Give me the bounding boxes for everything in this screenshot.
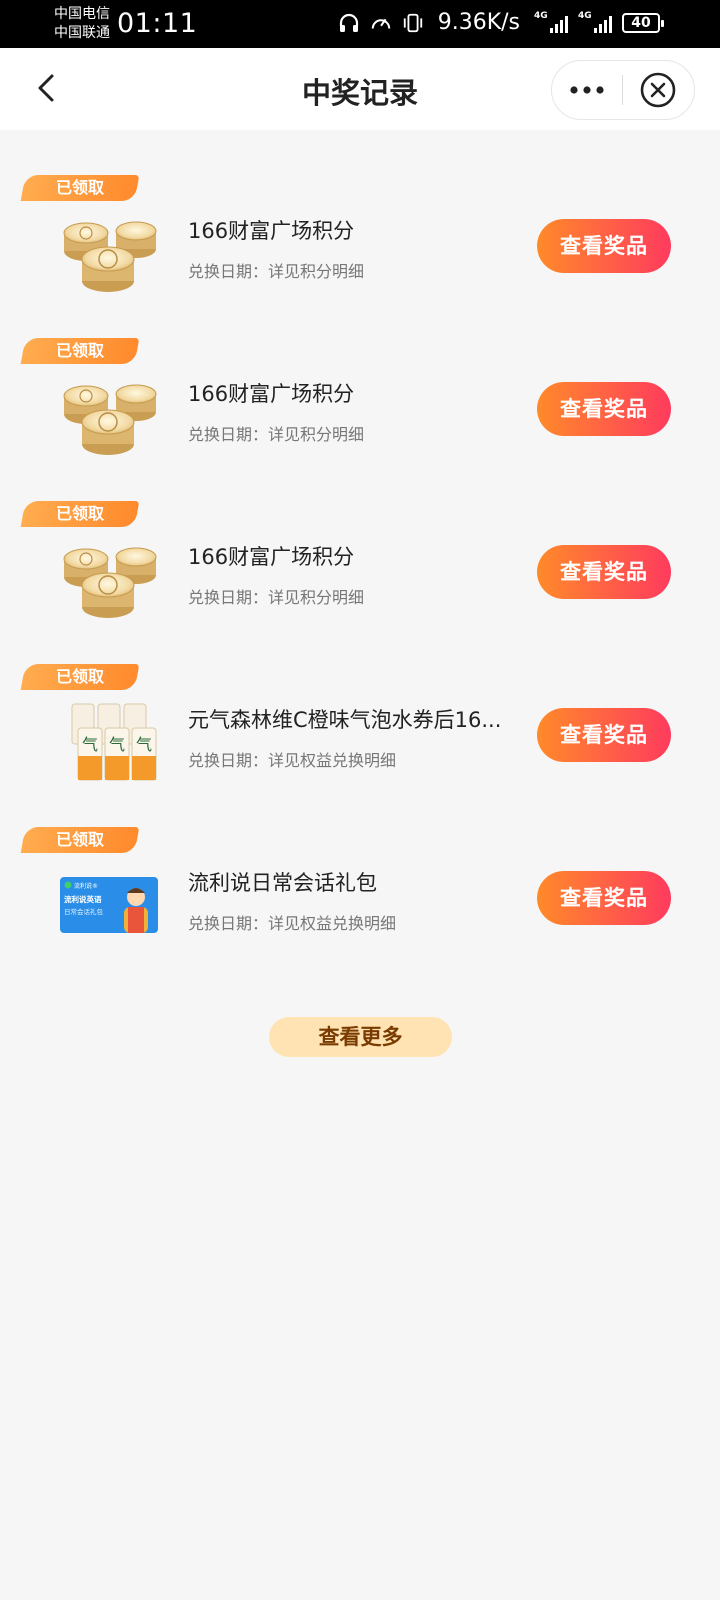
status-badge: 已领取: [20, 664, 140, 690]
status-badge: 已领取: [20, 338, 140, 364]
signal-2-tag: 4G: [578, 10, 592, 21]
view-prize-button[interactable]: 查看奖品: [537, 382, 671, 436]
carrier-labels: 中国电信 中国联通: [54, 5, 110, 43]
view-prize-button[interactable]: 查看奖品: [537, 545, 671, 599]
card-line-2: 日常会话礼包: [64, 907, 104, 916]
item-subtitle: 兑换日期：详见权益兑换明细: [188, 914, 397, 933]
coins-thumbnail: [63, 384, 157, 456]
item-title: 流利说日常会话礼包: [188, 871, 377, 895]
badge-label: 已领取: [55, 178, 104, 197]
item-subtitle: 兑换日期：详见积分明细: [188, 425, 365, 444]
vibrate-icon: [402, 12, 424, 34]
item-title: 166财富广场积分: [188, 545, 355, 569]
nav-header: 中奖记录: [0, 48, 720, 130]
list-item: 已领取 气 气 气 元气森林维C橙味气泡水券后16... 兑换日期：详见权益兑换…: [0, 664, 720, 824]
item-title: 元气森林维C橙味气泡水券后16...: [188, 708, 502, 732]
list-item: 已领取 166财富广场积分 兑换日期：详见积分明细 查看奖品: [0, 338, 720, 498]
carrier-2: 中国联通: [54, 25, 110, 41]
drink-cans-thumbnail: 气 气 气: [71, 703, 157, 781]
speedometer-icon: [370, 12, 392, 34]
headphones-icon: [338, 12, 360, 34]
miniapp-capsule: [551, 60, 695, 120]
course-card-thumbnail: 流利说® 流利说英语 日常会话礼包: [60, 877, 158, 933]
signal-2-icon: 4G: [578, 10, 612, 33]
status-icons: 9.36K/s 4G 4G 40: [338, 10, 664, 35]
item-title: 166财富广场积分: [188, 219, 355, 243]
coins-thumbnail: [63, 221, 157, 293]
svg-text:气: 气: [82, 735, 98, 754]
badge-label: 已领取: [55, 830, 104, 849]
list-item: 已领取 166财富广场积分 兑换日期：详见积分明细 查看奖品: [0, 501, 720, 661]
signal-1-tag: 4G: [534, 10, 548, 21]
more-menu-button[interactable]: [552, 61, 622, 119]
view-prize-button[interactable]: 查看奖品: [537, 871, 671, 925]
card-line-1: 流利说英语: [64, 894, 102, 904]
battery-icon: 40: [622, 12, 664, 33]
svg-text:气: 气: [109, 735, 125, 754]
item-subtitle: 兑换日期：详见积分明细: [188, 588, 365, 607]
status-badge: 已领取: [20, 827, 140, 853]
more-dots-icon: [570, 86, 604, 94]
net-speed: 9.36K/s: [437, 10, 520, 35]
close-miniapp-button[interactable]: [623, 61, 695, 119]
view-more-button[interactable]: 查看更多: [269, 1017, 452, 1057]
badge-label: 已领取: [55, 504, 104, 523]
item-subtitle: 兑换日期：详见权益兑换明细: [188, 751, 397, 770]
view-prize-button[interactable]: 查看奖品: [537, 708, 671, 762]
clock: 01:11: [117, 8, 198, 39]
item-subtitle: 兑换日期：详见积分明细: [188, 262, 365, 281]
status-badge: 已领取: [20, 175, 140, 201]
status-badge: 已领取: [20, 501, 140, 527]
carrier-1: 中国电信: [54, 6, 110, 22]
badge-label: 已领取: [55, 341, 104, 360]
close-circle-icon: [640, 72, 676, 108]
signal-1-icon: 4G: [534, 10, 568, 33]
list-item: 已领取 166财富广场积分 兑换日期：详见积分明细 查看奖品: [0, 175, 720, 335]
item-title: 166财富广场积分: [188, 382, 355, 406]
list-item: 已领取 流利说® 流利说英语 日常会话礼包 流利说日常会话礼包 兑换日期：详见权…: [0, 827, 720, 987]
card-brand: 流利说®: [74, 882, 98, 890]
view-prize-button[interactable]: 查看奖品: [537, 219, 671, 273]
badge-label: 已领取: [55, 667, 104, 686]
status-bar: 中国电信 中国联通 01:11 9.36K/s 4G 4G 40: [0, 0, 720, 48]
svg-text:气: 气: [136, 735, 152, 754]
coins-thumbnail: [63, 547, 157, 619]
